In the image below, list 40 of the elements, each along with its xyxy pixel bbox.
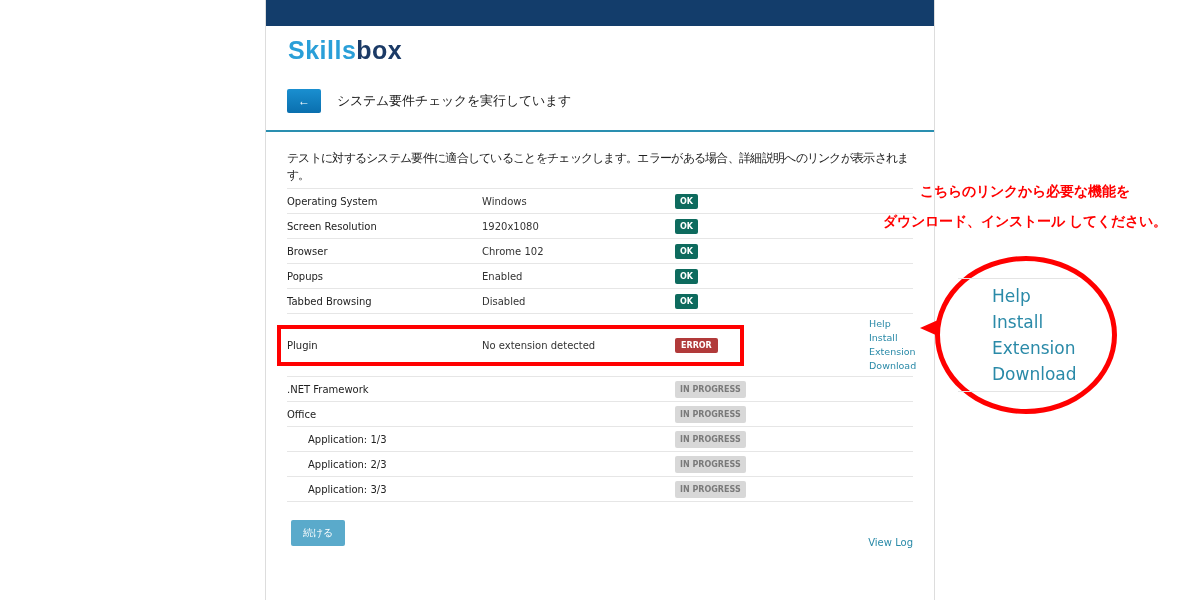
- annotation-text: ダウンロード、インストール してください。: [881, 212, 1169, 231]
- status-badge: OK: [675, 293, 698, 309]
- check-label: Application: 2/3: [307, 458, 388, 470]
- status-badge: OK: [675, 243, 698, 259]
- intro-text: テストに対するシステム要件に適合していることをチェックします。エラーがある場合、詳細説明へのリンクが表示されます。: [287, 150, 910, 184]
- help-link[interactable]: Help: [869, 317, 917, 331]
- page-title: システム要件チェックを実行しています: [337, 92, 571, 110]
- status-badge: OK: [675, 268, 698, 284]
- check-label: Operating System: [287, 195, 379, 207]
- check-value: Disabled: [482, 295, 526, 307]
- check-value: Chrome 102: [482, 245, 544, 257]
- status-badge: IN PROGRESS: [675, 405, 746, 423]
- check-label: Browser: [287, 245, 329, 257]
- status-badge: IN PROGRESS: [675, 380, 746, 398]
- check-label: .NET Framework: [287, 383, 370, 395]
- annotation-text: こちらのリンクから必要な機能を: [919, 182, 1131, 201]
- check-value: Enabled: [482, 270, 523, 282]
- status-badge: ERROR: [675, 337, 718, 353]
- check-value: 1920x1080: [482, 220, 539, 232]
- check-value: No extension detected: [482, 339, 596, 351]
- help-link[interactable]: Install: [869, 331, 917, 345]
- status-badge: IN PROGRESS: [675, 430, 746, 448]
- check-label: Application: 3/3: [307, 483, 388, 495]
- check-label: Popups: [287, 270, 325, 282]
- continue-button[interactable]: 続ける: [291, 520, 345, 546]
- check-label: Application: 1/3: [307, 433, 388, 445]
- status-badge: OK: [675, 193, 698, 209]
- check-label: Tabbed Browsing: [287, 295, 373, 307]
- view-log-link[interactable]: View Log: [868, 537, 913, 548]
- logo: Skillsbox: [288, 36, 403, 65]
- check-label: Office: [287, 408, 318, 420]
- check-label: Screen Resolution: [287, 220, 378, 232]
- help-link[interactable]: Extension: [869, 345, 917, 359]
- status-badge: OK: [675, 218, 698, 234]
- status-badge: IN PROGRESS: [675, 480, 746, 498]
- check-label: Plugin: [287, 339, 319, 351]
- status-badge: IN PROGRESS: [675, 455, 746, 473]
- back-button[interactable]: ←: [287, 89, 321, 113]
- check-value: Windows: [482, 195, 527, 207]
- help-link[interactable]: Download: [869, 359, 917, 373]
